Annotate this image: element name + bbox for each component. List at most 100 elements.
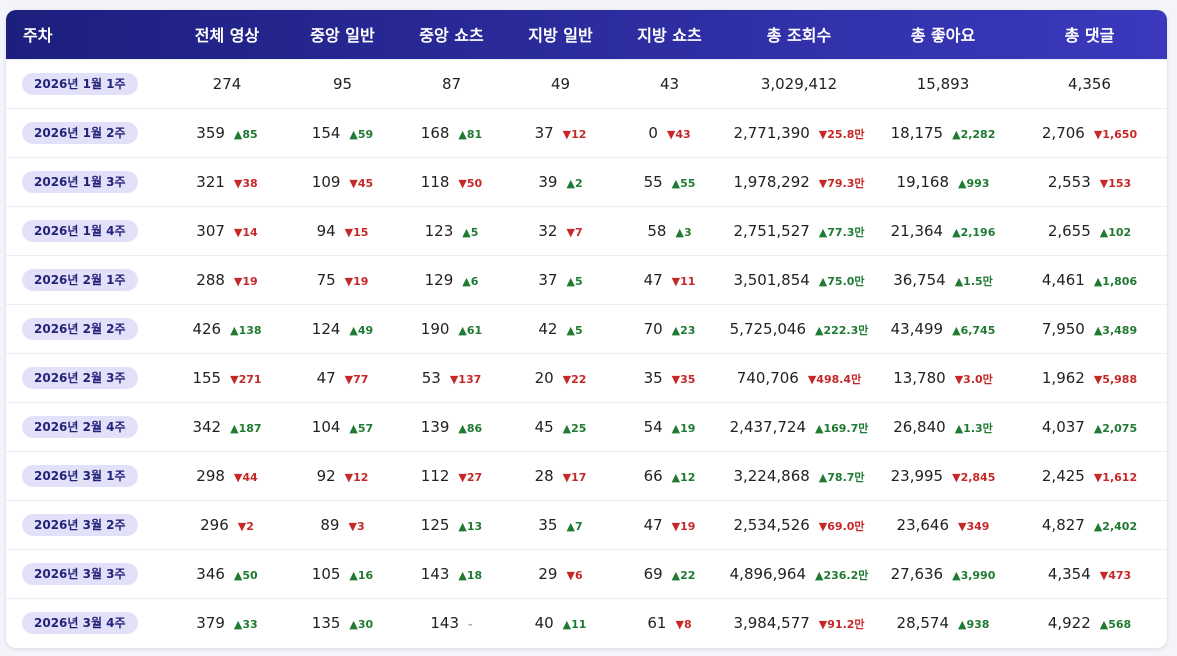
header-local-general[interactable]: 지방 일반 <box>506 10 615 59</box>
cell-value: 23,995 <box>890 466 944 485</box>
local-general-cell: 42 ▲5 <box>506 303 615 353</box>
delta-up-badge: ▲5 <box>566 274 583 288</box>
delta-up-badge: ▲30 <box>349 617 374 631</box>
central-shorts-cell: 139 ▲86 <box>397 401 506 451</box>
week-cell: 2026년 1월 1주 <box>6 58 166 108</box>
cell-value: 1,978,292 <box>733 172 810 191</box>
value-group: 4,896,964 ▲236.2만 <box>730 565 869 583</box>
delta-down-badge: ▼19 <box>671 519 696 533</box>
cell-value: 2,771,390 <box>733 123 810 142</box>
value-group: 32 ▼7 <box>538 222 582 240</box>
table-row: 2026년 1월 3주 321 ▼38 109 ▼45 118 ▼50 39 ▲2 55 ▲55 1,… <box>6 156 1167 206</box>
value-group: 35 ▼35 <box>644 369 696 387</box>
delta-down-badge: ▼3.0만 <box>954 372 993 386</box>
cell-value: 274 <box>212 74 242 93</box>
cell-value: 20 <box>534 368 554 387</box>
total-comments-cell: 4,461 ▲1,806 <box>1012 254 1167 304</box>
week-badge: 2026년 3월 3주 <box>22 562 138 585</box>
value-group: 95 <box>333 75 352 93</box>
delta-up-badge: ▲25 <box>562 421 587 435</box>
value-group: 35 ▲7 <box>538 516 582 534</box>
delta-down-badge: ▼2,845 <box>952 470 996 484</box>
cell-value: 55 <box>643 172 663 191</box>
cell-value: 296 <box>200 515 229 534</box>
delta-down-badge: ▼44 <box>233 470 258 484</box>
value-group: 2,437,724 ▲169.7만 <box>730 418 869 436</box>
cell-value: 109 <box>311 172 341 191</box>
week-cell: 2026년 2월 3주 <box>6 352 166 402</box>
value-group: 5,725,046 ▲222.3만 <box>730 320 869 338</box>
delta-up-badge: ▲85 <box>233 127 258 141</box>
local-general-cell: 40 ▲11 <box>506 597 615 647</box>
table-row: 2026년 2월 3주 155 ▼271 47 ▼77 53 ▼137 20 ▼22 35 ▼35 7… <box>6 352 1167 402</box>
delta-down-badge: ▼153 <box>1099 176 1132 190</box>
central-general-cell: 92 ▼12 <box>288 450 397 500</box>
delta-up-badge: ▲33 <box>233 617 258 631</box>
header-week[interactable]: 주차 <box>6 10 166 59</box>
week-badge: 2026년 1월 1주 <box>22 72 138 95</box>
delta-up-badge: ▲6 <box>462 274 479 288</box>
header-central-shorts[interactable]: 중앙 쇼츠 <box>397 10 506 59</box>
central-shorts-cell: 129 ▲6 <box>397 254 506 304</box>
cell-value: 129 <box>424 270 454 289</box>
total-views-cell: 2,771,390 ▼25.8만 <box>724 107 874 157</box>
delta-up-badge: ▲78.7만 <box>818 470 865 484</box>
header-local-shorts[interactable]: 지방 쇼츠 <box>615 10 724 59</box>
total-views-cell: 4,896,964 ▲236.2만 <box>724 548 874 598</box>
value-group: 4,922 ▲568 <box>1048 614 1131 632</box>
value-group: 2,751,527 ▲77.3만 <box>733 222 864 240</box>
cell-value: 92 <box>316 466 336 485</box>
delta-up-badge: ▲1,806 <box>1093 274 1138 288</box>
total-comments-cell: 4,922 ▲568 <box>1012 597 1167 647</box>
week-cell: 2026년 1월 3주 <box>6 156 166 206</box>
cell-value: 40 <box>534 613 554 632</box>
cell-value: 18,175 <box>890 123 944 142</box>
table-row: 2026년 1월 2주 359 ▲85 154 ▲59 168 ▲81 37 ▼12 0 ▼43 2,… <box>6 107 1167 157</box>
total-likes-cell: 36,754 ▲1.5만 <box>874 254 1012 304</box>
delta-up-badge: ▲18 <box>458 568 483 582</box>
total-videos-cell: 274 <box>166 58 288 108</box>
total-videos-cell: 379 ▲33 <box>166 597 288 647</box>
delta-up-badge: ▲86 <box>458 421 483 435</box>
delta-up-badge: ▲49 <box>349 323 374 337</box>
cell-value: 5,725,046 <box>729 319 806 338</box>
delta-up-badge: ▲3 <box>675 225 692 239</box>
header-total-comments[interactable]: 총 댓글 <box>1012 10 1167 59</box>
cell-value: 4,896,964 <box>729 564 806 583</box>
delta-up-badge: ▲57 <box>349 421 374 435</box>
header-central-general[interactable]: 중앙 일반 <box>288 10 397 59</box>
delta-up-badge: ▲75.0만 <box>818 274 865 288</box>
week-cell: 2026년 2월 2주 <box>6 303 166 353</box>
value-group: 43,499 ▲6,745 <box>891 320 996 338</box>
value-group: 1,978,292 ▼79.3만 <box>733 173 864 191</box>
table-row: 2026년 3월 3주 346 ▲50 105 ▲16 143 ▲18 29 ▼6 69 ▲22 4,… <box>6 548 1167 598</box>
value-group: 3,984,577 ▼91.2만 <box>733 614 864 632</box>
value-group: 3,029,412 <box>761 75 837 93</box>
cell-value: 124 <box>311 319 341 338</box>
local-general-cell: 32 ▼7 <box>506 205 615 255</box>
value-group: 20 ▼22 <box>535 369 587 387</box>
header-total-likes[interactable]: 총 좋아요 <box>874 10 1012 59</box>
header-total-views[interactable]: 총 조회수 <box>724 10 874 59</box>
cell-value: 89 <box>320 515 340 534</box>
value-group: 288 ▼19 <box>196 271 257 289</box>
value-group: 87 <box>442 75 461 93</box>
delta-up-badge: ▲5 <box>566 323 583 337</box>
total-views-cell: 2,534,526 ▼69.0만 <box>724 499 874 549</box>
total-videos-cell: 359 ▲85 <box>166 107 288 157</box>
value-group: 7,950 ▲3,489 <box>1042 320 1137 338</box>
week-cell: 2026년 3월 4주 <box>6 597 166 647</box>
value-group: 296 ▼2 <box>200 516 254 534</box>
cell-value: 168 <box>420 123 450 142</box>
cell-value: 139 <box>420 417 450 436</box>
cell-value: 49 <box>550 74 571 93</box>
cell-value: 379 <box>196 613 225 632</box>
table-row: 2026년 3월 2주 296 ▼2 89 ▼3 125 ▲13 35 ▲7 47 ▼19 2,534… <box>6 499 1167 549</box>
total-likes-cell: 27,636 ▲3,990 <box>874 548 1012 598</box>
cell-value: 66 <box>643 466 663 485</box>
value-group: 37 ▲5 <box>538 271 582 289</box>
cell-value: 4,827 <box>1041 515 1085 534</box>
cell-value: 105 <box>311 564 341 583</box>
header-total-videos[interactable]: 전체 영상 <box>166 10 288 59</box>
delta-down-badge: ▼12 <box>344 470 369 484</box>
